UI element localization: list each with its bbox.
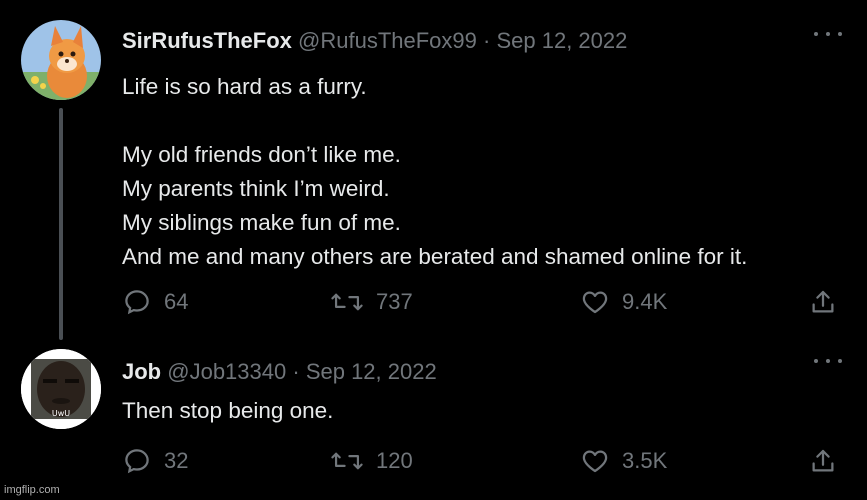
handle[interactable]: @Job13340	[167, 359, 286, 384]
display-name[interactable]: Job	[122, 359, 161, 384]
retweet-icon	[330, 446, 364, 476]
watermark: imgflip.com	[4, 484, 60, 496]
timestamp[interactable]: Sep 12, 2022	[496, 28, 627, 53]
share-button[interactable]	[808, 287, 838, 317]
tweet-actions: 64 737 9.4K	[0, 287, 867, 327]
tweet-header: SirRufusTheFox @RufusTheFox99 · Sep 12, …	[122, 28, 627, 54]
display-name[interactable]: SirRufusTheFox	[122, 28, 292, 53]
like-button[interactable]: 9.4K	[580, 287, 667, 317]
tweet-header: Job @Job13340 · Sep 12, 2022	[122, 359, 437, 385]
reply-count: 32	[164, 448, 189, 473]
tweet-1[interactable]: SirRufusTheFox @RufusTheFox99 · Sep 12, …	[0, 0, 867, 345]
more-icon[interactable]	[814, 351, 842, 371]
avatar-sirrufusthefox[interactable]	[21, 20, 101, 100]
more-icon[interactable]	[814, 24, 842, 44]
tweet-text: Life is so hard as a furry. My old frien…	[122, 74, 748, 269]
tweet-2[interactable]: UwU Job @Job13340 · Sep 12, 2022 Then st…	[0, 345, 867, 500]
like-count: 3.5K	[622, 448, 668, 473]
handle[interactable]: @RufusTheFox99	[298, 28, 477, 53]
retweet-button[interactable]: 737	[330, 287, 413, 317]
thread-line	[59, 108, 63, 340]
reply-button[interactable]: 64	[122, 287, 188, 317]
reply-count: 64	[164, 289, 189, 314]
retweet-count: 737	[376, 289, 413, 314]
share-icon	[808, 287, 838, 317]
share-button[interactable]	[808, 446, 838, 476]
retweet-button[interactable]: 120	[330, 446, 413, 476]
retweet-icon	[330, 287, 364, 317]
tweet-actions: 32 120 3.5K	[0, 446, 867, 486]
like-icon	[580, 446, 610, 476]
separator: ·	[292, 359, 300, 384]
like-count: 9.4K	[622, 289, 668, 314]
avatar-caption: UwU	[52, 409, 70, 418]
retweet-count: 120	[376, 448, 413, 473]
reply-icon	[122, 287, 152, 317]
share-icon	[808, 446, 838, 476]
reply-button[interactable]: 32	[122, 446, 188, 476]
like-icon	[580, 287, 610, 317]
like-button[interactable]: 3.5K	[580, 446, 667, 476]
timestamp[interactable]: Sep 12, 2022	[306, 359, 437, 384]
reply-icon	[122, 446, 152, 476]
avatar-job[interactable]: UwU	[21, 349, 101, 429]
tweet-text: Then stop being one.	[122, 398, 334, 423]
separator: ·	[483, 28, 491, 53]
